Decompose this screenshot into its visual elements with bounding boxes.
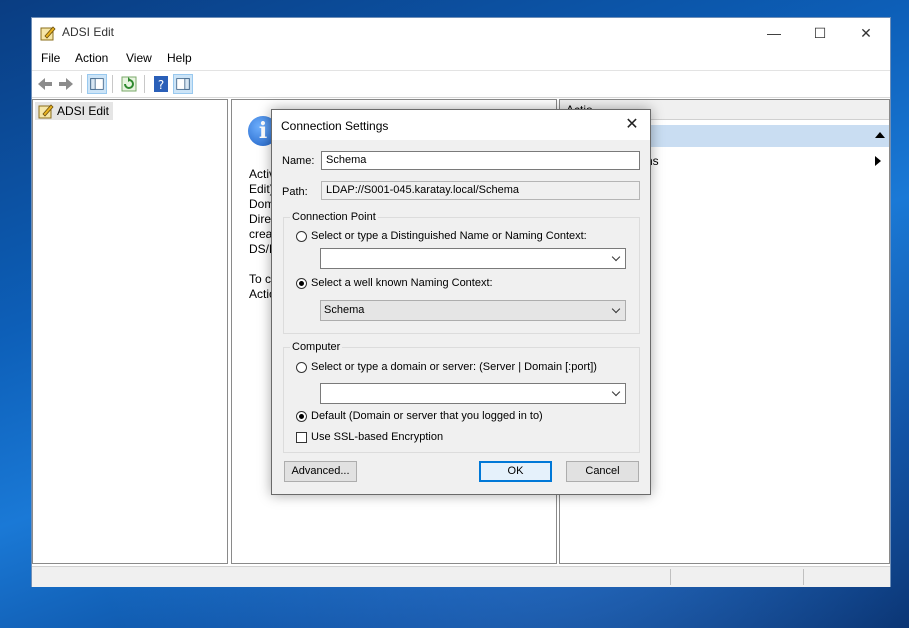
well-known-context-option-label[interactable]: Select a well known Naming Context: [311, 277, 493, 289]
menu-action[interactable]: Action [75, 51, 108, 65]
connection-settings-dialog: Connection Settings ✕ Name: Schema Path:… [271, 109, 651, 495]
tree-node-adsi-edit[interactable]: ADSI Edit [35, 102, 114, 120]
default-server-option-label[interactable]: Default (Domain or server that you logge… [311, 410, 543, 422]
toolbar-separator [112, 75, 113, 93]
menu-view[interactable]: View [126, 51, 152, 65]
default-server-radio[interactable] [296, 411, 307, 422]
adsi-edit-node-icon [38, 104, 54, 119]
dialog-title: Connection Settings [281, 119, 389, 133]
ok-button[interactable]: OK [479, 461, 552, 482]
maximize-button[interactable]: ☐ [797, 18, 843, 48]
connection-point-legend: Connection Point [290, 211, 378, 223]
toolbar-separator [144, 75, 145, 93]
cancel-button[interactable]: Cancel [566, 461, 639, 482]
menu-bar: File Action View Help [32, 48, 890, 70]
status-separator [670, 569, 671, 585]
status-separator [803, 569, 804, 585]
dialog-close-button[interactable]: ✕ [620, 114, 644, 136]
description-text-line: Edit) [249, 182, 274, 196]
path-field: LDAP://S001-045.karatay.local/Schema [321, 181, 640, 200]
domain-server-option-label[interactable]: Select or type a domain or server: (Serv… [311, 361, 597, 373]
menu-help[interactable]: Help [167, 51, 192, 65]
name-field[interactable]: Schema [321, 151, 640, 170]
ssl-encryption-checkbox[interactable] [296, 432, 307, 443]
console-tree-pane: ADSI Edit [32, 99, 228, 564]
well-known-context-radio[interactable] [296, 278, 307, 289]
svg-text:?: ? [158, 78, 164, 92]
chevron-down-icon[interactable] [611, 304, 621, 314]
toolbar-separator [81, 75, 82, 93]
dialog-title-bar: Connection Settings ✕ [272, 110, 650, 140]
ssl-encryption-label[interactable]: Use SSL-based Encryption [311, 431, 443, 443]
domain-server-combobox[interactable] [320, 383, 626, 404]
distinguished-name-combobox[interactable] [320, 248, 626, 269]
tree-node-label: ADSI Edit [57, 104, 110, 118]
menu-file[interactable]: File [41, 51, 60, 65]
computer-legend: Computer [290, 341, 343, 353]
collapse-up-icon[interactable] [875, 132, 885, 138]
toolbar: ? [32, 70, 890, 98]
help-icon[interactable]: ? [151, 74, 171, 94]
minimize-button[interactable]: — [751, 18, 797, 48]
well-known-context-value: Schema [324, 304, 365, 316]
adsi-edit-app-icon [40, 26, 56, 41]
distinguished-name-option-label[interactable]: Select or type a Distinguished Name or N… [311, 230, 587, 242]
window-title: ADSI Edit [62, 25, 115, 39]
distinguished-name-radio[interactable] [296, 231, 307, 242]
show-hide-console-tree-icon[interactable] [87, 74, 107, 94]
title-bar: ADSI Edit — ☐ ✕ [32, 18, 890, 48]
chevron-down-icon[interactable] [611, 387, 621, 397]
well-known-context-select[interactable]: Schema [320, 300, 626, 321]
path-label: Path: [282, 186, 308, 198]
show-hide-action-pane-icon[interactable] [173, 74, 193, 94]
connection-point-group: Connection Point Select or type a Distin… [283, 211, 640, 334]
computer-group: Computer Select or type a domain or serv… [283, 341, 640, 453]
close-button[interactable]: ✕ [843, 18, 889, 48]
description-text-line: To c [249, 272, 272, 286]
back-arrow-icon[interactable] [35, 74, 55, 94]
refresh-icon[interactable] [119, 74, 139, 94]
status-bar [32, 566, 890, 587]
forward-arrow-icon[interactable] [56, 74, 76, 94]
submenu-arrow-icon [875, 156, 881, 166]
name-label: Name: [282, 155, 315, 167]
domain-server-radio[interactable] [296, 362, 307, 373]
chevron-down-icon[interactable] [611, 252, 621, 262]
advanced-button[interactable]: Advanced... [284, 461, 357, 482]
